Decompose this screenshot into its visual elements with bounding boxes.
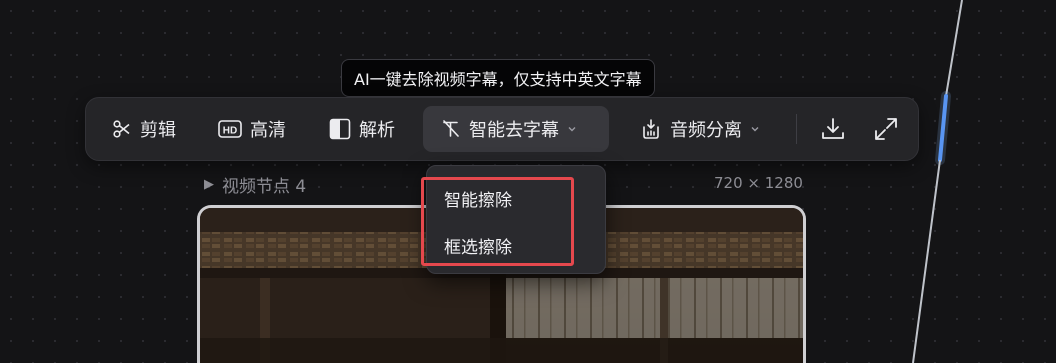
play-icon: ▶ [204, 177, 214, 192]
toolbar-audio-separate-button[interactable]: 音频分离 [634, 106, 766, 152]
download-icon [820, 116, 846, 142]
download-button[interactable] [816, 106, 850, 152]
canvas[interactable]: AI一键去除视频字幕，仅支持中英文字幕 剪辑 HD 高清 解析 智能去字幕 音频… [0, 0, 1056, 363]
audio-split-icon [640, 118, 662, 140]
toolbar-audio-separate-label: 音频分离 [670, 120, 742, 141]
toolbar-cut-label: 剪辑 [140, 120, 176, 141]
tooltip: AI一键去除视频字幕，仅支持中英文字幕 [341, 59, 655, 97]
toolbar-remove-subtitle-label: 智能去字幕 [469, 120, 559, 141]
svg-text:HD: HD [223, 126, 237, 137]
toolbar-divider [796, 114, 797, 144]
node-toolbar: 剪辑 HD 高清 解析 智能去字幕 音频分离 [85, 97, 919, 161]
node-title-text: 视频节点 4 [222, 177, 307, 197]
remove-text-icon [441, 119, 461, 139]
chevron-down-icon [567, 125, 577, 133]
expand-icon [873, 116, 899, 142]
chevron-down-icon [750, 125, 760, 133]
toolbar-hd-button[interactable]: HD 高清 [212, 106, 292, 152]
toolbar-hd-label: 高清 [250, 120, 286, 141]
scissors-icon [112, 119, 132, 139]
node-resolution: 720 × 1280 [714, 174, 803, 192]
toolbar-remove-subtitle-button[interactable]: 智能去字幕 [423, 106, 609, 152]
node-title[interactable]: ▶ 视频节点 4 [204, 172, 306, 197]
toolbar-parse-button[interactable]: 解析 [323, 106, 401, 152]
hd-icon: HD [218, 119, 242, 139]
fullscreen-button[interactable] [869, 106, 903, 152]
toolbar-cut-button[interactable]: 剪辑 [106, 106, 182, 152]
toolbar-parse-label: 解析 [359, 120, 395, 141]
split-square-icon [329, 118, 351, 140]
highlight-annotation-box [421, 177, 574, 266]
